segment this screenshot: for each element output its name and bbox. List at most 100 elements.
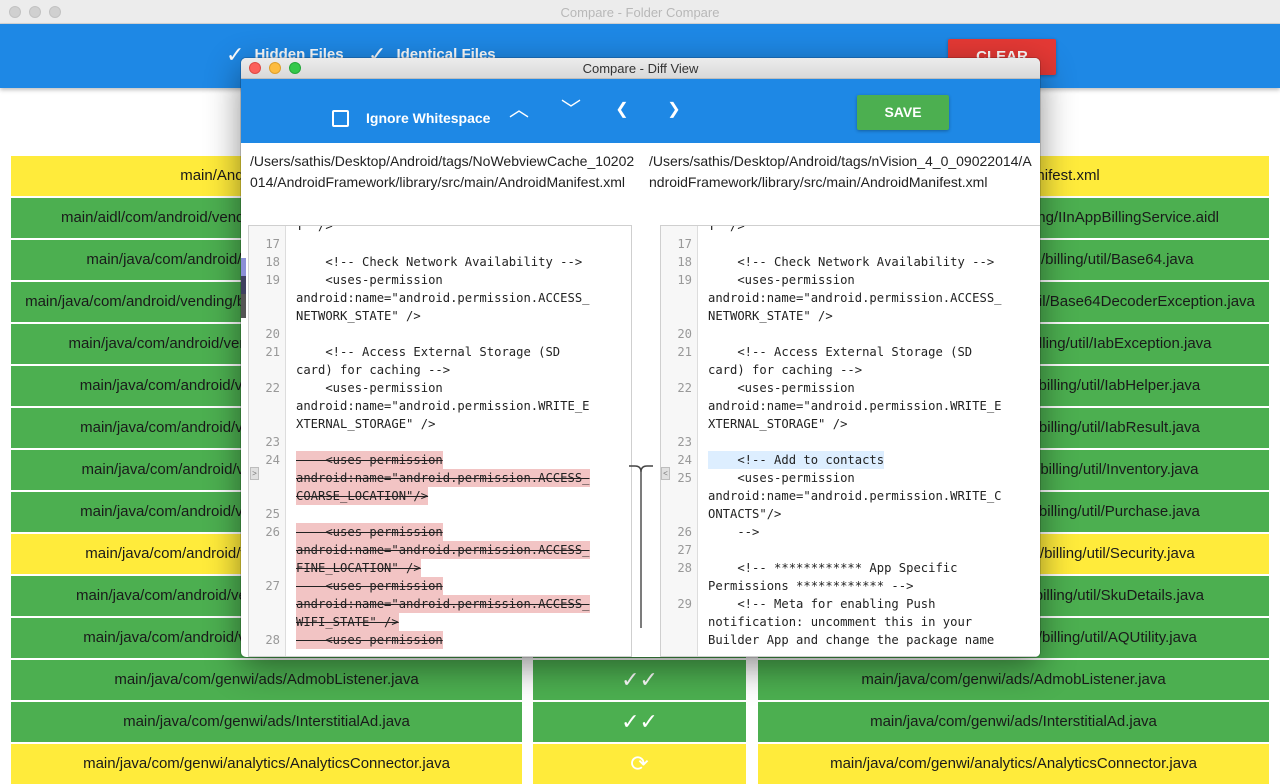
code-text: NETWORK_STATE" /> xyxy=(296,309,421,323)
deleted-code-text: COARSE_LOCATION"/> xyxy=(296,487,429,505)
file-row[interactable]: main/java/com/genwi/ads/AdmobListener.ja… xyxy=(0,660,1280,700)
deleted-code-text: android:name="android.permission.ACCESS_ xyxy=(296,595,590,613)
code-line: T" /> xyxy=(249,225,631,235)
line-number: 19 xyxy=(677,273,692,287)
code-line: android:name="android.permission.ACCESS_ xyxy=(249,469,631,487)
identical-status-icon[interactable]: ✓✓ xyxy=(533,702,746,742)
code-line: Builder App and change the package name xyxy=(661,631,1040,649)
line-number: 18 xyxy=(265,255,280,269)
right-code-pane[interactable]: T" /> 17 18 <!-- Check Network Availabilit… xyxy=(660,225,1040,657)
code-line: 21 <!-- Access External Storage (SD xyxy=(249,343,631,361)
code-text: XTERNAL_STORAGE" /> xyxy=(296,417,436,431)
code-line: 29 <!-- Meta for enabling Push xyxy=(661,595,1040,613)
chevron-down-icon[interactable]: ﹀ xyxy=(558,96,584,124)
deleted-code-text: android:name="android.permission.ACCESS_ xyxy=(296,469,590,487)
code-text: <!-- Check Network Availability --> xyxy=(708,255,995,269)
file-row[interactable]: main/java/com/genwi/ads/InterstitialAd.j… xyxy=(0,702,1280,742)
deleted-code-text: FINE_LOCATION" /> xyxy=(296,559,421,577)
line-number: 17 xyxy=(677,237,692,251)
code-line: 23 xyxy=(661,433,1040,451)
line-number: 28 xyxy=(265,633,280,647)
code-text: android:name="android.permission.WRITE_C xyxy=(708,489,1002,503)
code-line: XTERNAL_STORAGE" /> xyxy=(249,415,631,433)
line-number: 19 xyxy=(265,273,280,287)
code-line: card) for caching --> xyxy=(661,361,1040,379)
deleted-code-text: android:name="android.permission.ACCESS_ xyxy=(296,541,590,559)
code-line: 27 <uses-permission xyxy=(249,577,631,595)
code-text: NETWORK_STATE" /> xyxy=(708,309,833,323)
main-titlebar: Compare - Folder Compare xyxy=(0,0,1280,24)
code-line: 19 <uses-permission xyxy=(661,271,1040,289)
code-text: Permissions ************ --> xyxy=(708,579,914,593)
code-text: --> xyxy=(708,525,760,539)
code-text: <uses-permission xyxy=(708,273,855,287)
code-line: 24 <uses-permission xyxy=(249,451,631,469)
diff-view-dialog: Compare - Diff View Ignore Whitespace ︿ … xyxy=(241,58,1040,657)
code-line: 18 <!-- Check Network Availability --> xyxy=(249,253,631,271)
code-line: XTERNAL_STORAGE" /> xyxy=(661,415,1040,433)
line-number: 26 xyxy=(265,525,280,539)
code-line: 28 <!-- ************ App Specific xyxy=(661,559,1040,577)
diff-toolbar: Ignore Whitespace ︿ ﹀ ❮ ❯ SAVE xyxy=(241,79,1040,143)
diff-titlebar: Compare - Diff View xyxy=(241,58,1040,79)
deleted-code-text: <uses-permission xyxy=(296,577,443,595)
line-number: 22 xyxy=(677,381,692,395)
ignore-whitespace-checkbox[interactable] xyxy=(332,110,349,127)
overview-ruler xyxy=(241,258,246,318)
code-text: T" /> xyxy=(296,225,333,233)
line-number: 26 xyxy=(677,525,692,539)
code-text: notification: uncomment this in your xyxy=(708,615,973,629)
line-number: 22 xyxy=(265,381,280,395)
code-line: 27 xyxy=(661,541,1040,559)
code-text: card) for caching --> xyxy=(296,363,451,377)
code-line: android:name="android.permission.WRITE_E xyxy=(661,397,1040,415)
code-line: 20 xyxy=(249,325,631,343)
diff-connector xyxy=(629,465,653,628)
line-number: 21 xyxy=(677,345,692,359)
right-file-name: main/java/com/genwi/ads/AdmobListener.ja… xyxy=(758,660,1269,700)
code-line: 17 xyxy=(249,235,631,253)
identical-status-icon[interactable]: ✓✓ xyxy=(533,660,746,700)
code-line: 28 <uses-permission xyxy=(249,631,631,649)
code-text: android:name="android.permission.ACCESS_ xyxy=(296,291,590,305)
line-number: 29 xyxy=(677,597,692,611)
line-number: 20 xyxy=(265,327,280,341)
code-line: 26 <uses-permission xyxy=(249,523,631,541)
code-text: <!-- Check Network Availability --> xyxy=(296,255,583,269)
left-file-name: main/java/com/genwi/analytics/AnalyticsC… xyxy=(11,744,522,784)
sync-status-icon[interactable]: ⟳ xyxy=(533,744,746,784)
ignore-whitespace-label[interactable]: Ignore Whitespace xyxy=(366,110,490,126)
merge-left-icon[interactable]: < xyxy=(661,467,670,480)
code-text: android:name="android.permission.WRITE_E xyxy=(708,399,1002,413)
chevron-right-icon[interactable]: ❯ xyxy=(661,96,687,124)
code-line: 21 <!-- Access External Storage (SD xyxy=(661,343,1040,361)
code-line: android:name="android.permission.ACCESS_ xyxy=(249,541,631,559)
code-line: android:name="android.permission.ACCESS_ xyxy=(249,595,631,613)
file-row[interactable]: main/java/com/genwi/analytics/AnalyticsC… xyxy=(0,744,1280,784)
code-text: android:name="android.permission.ACCESS_ xyxy=(708,291,1002,305)
code-text: <!-- ************ App Specific xyxy=(708,561,958,575)
save-button[interactable]: SAVE xyxy=(857,95,949,130)
deleted-code-text: <uses-permission xyxy=(296,631,443,649)
code-line: 24 <!-- Add to contacts xyxy=(661,451,1040,469)
deleted-code-text: WIFI_STATE" /> xyxy=(296,613,399,631)
code-text: android:name="android.permission.WRITE_E xyxy=(296,399,590,413)
code-line: 22 <uses-permission xyxy=(661,379,1040,397)
left-file-path: /Users/sathis/Desktop/Android/tags/NoWeb… xyxy=(250,153,635,190)
code-line: FINE_LOCATION" /> xyxy=(249,559,631,577)
code-line: android:name="android.permission.WRITE_C xyxy=(661,487,1040,505)
line-number: 27 xyxy=(677,543,692,557)
line-number: 20 xyxy=(677,327,692,341)
merge-right-icon[interactable]: > xyxy=(250,467,259,480)
chevron-up-icon[interactable]: ︿ xyxy=(506,96,532,124)
code-text: <uses-permission xyxy=(708,381,855,395)
code-line: WIFI_STATE" /> xyxy=(249,613,631,631)
line-number: 23 xyxy=(265,435,280,449)
code-line: NETWORK_STATE" /> xyxy=(661,307,1040,325)
right-file-path: /Users/sathis/Desktop/Android/tags/nVisi… xyxy=(649,153,1032,190)
code-line: NETWORK_STATE" /> xyxy=(249,307,631,325)
line-number: 28 xyxy=(677,561,692,575)
left-code-pane[interactable]: T" /> 17 18 <!-- Check Network Availabilit… xyxy=(248,225,632,657)
chevron-left-icon[interactable]: ❮ xyxy=(609,96,635,124)
line-number: 17 xyxy=(265,237,280,251)
